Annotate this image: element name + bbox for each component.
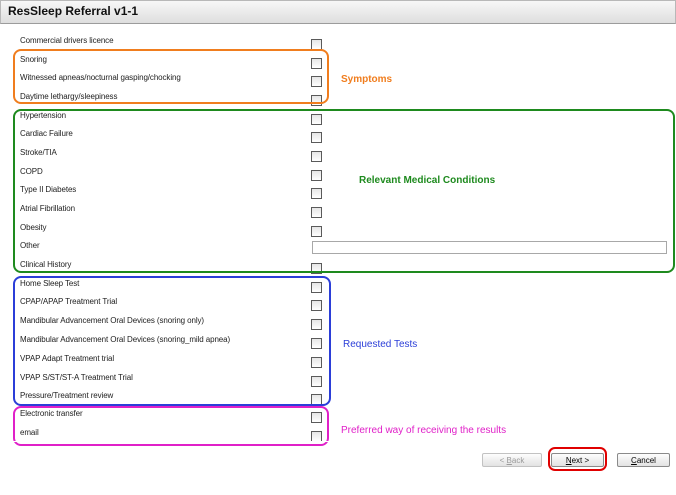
window-title: ResSleep Referral v1-1 [8,4,139,18]
referral-window: ResSleep Referral v1-1 Commercial driver… [0,0,676,495]
cancel-button-label: Cancel [631,455,656,465]
conditions-group-outline [13,109,675,273]
label-commercial-drivers-licence: Commercial drivers licence [20,36,114,45]
back-button[interactable]: < Back [482,453,542,467]
back-button-label: < Back [499,455,525,465]
results-group-label: Preferred way of receiving the results [341,425,507,436]
symptoms-group-label: Symptoms [341,74,393,85]
tests-group-outline [13,276,331,406]
footer-divider [10,441,676,442]
title-bar: ResSleep Referral v1-1 [0,0,676,24]
cancel-button[interactable]: Cancel [617,453,670,467]
tests-group-label: Requested Tests [343,339,418,350]
results-group-outline [13,406,329,446]
symptoms-group-outline [13,49,329,104]
next-button-highlight [548,447,607,471]
conditions-group-label: Relevant Medical Conditions [359,175,496,186]
